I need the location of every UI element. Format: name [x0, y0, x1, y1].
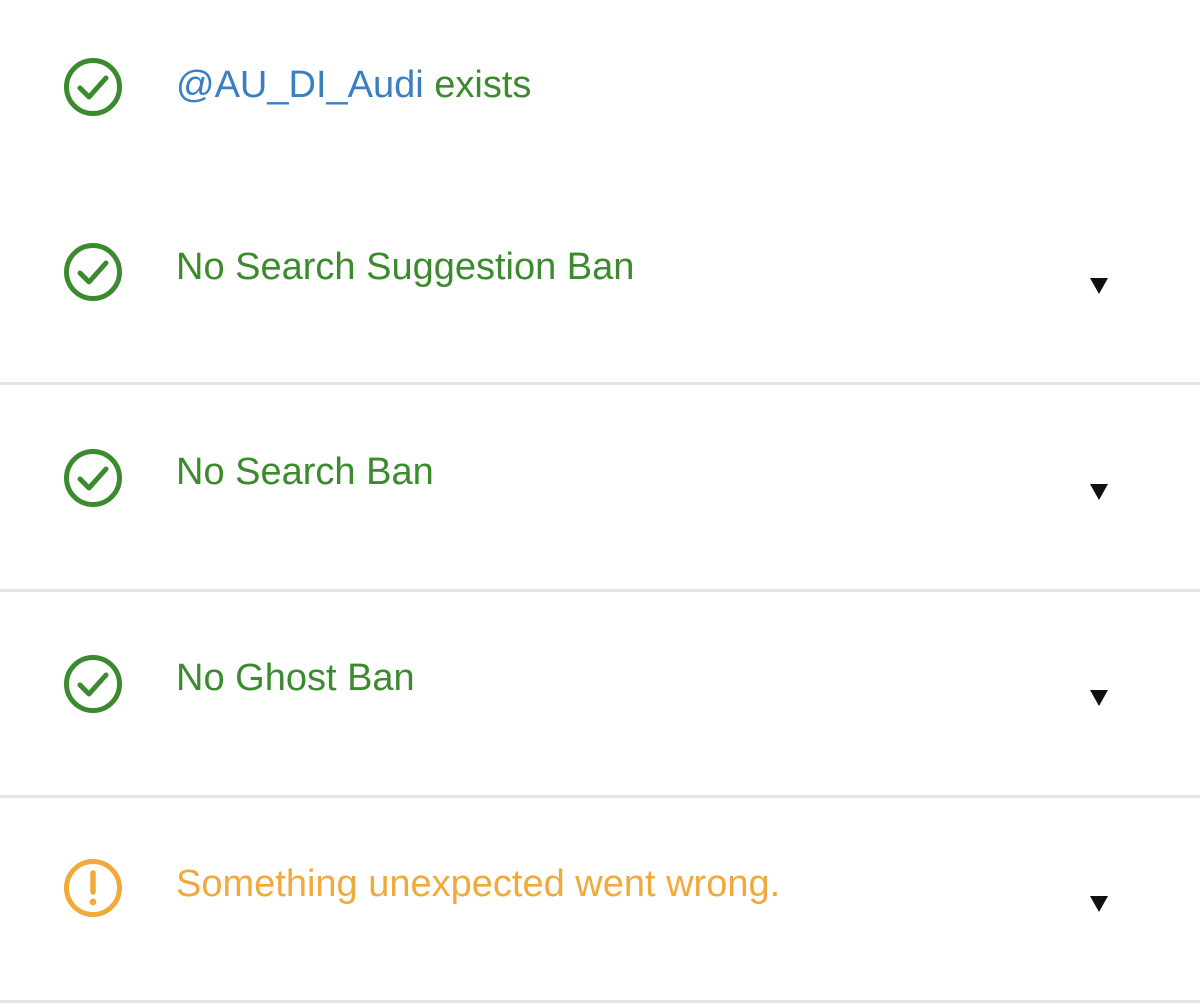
account-exists-row: @AU_DI_Audi exists	[0, 0, 1200, 180]
check-circle-icon	[63, 57, 123, 117]
check-circle-icon	[63, 242, 123, 302]
check-row-search-suggestion-ban[interactable]: No Search Suggestion Ban	[0, 180, 1200, 385]
check-label-search-suggestion-ban: No Search Suggestion Ban	[176, 246, 635, 288]
account-status-text: @AU_DI_Audi exists	[176, 62, 531, 108]
shadowban-results-panel: @AU_DI_Audi exists No Search Suggestion …	[0, 0, 1200, 1003]
chevron-down-icon[interactable]	[1088, 894, 1110, 914]
warning-circle-icon	[63, 858, 123, 918]
check-circle-icon	[63, 654, 123, 714]
account-handle-link[interactable]: @AU_DI_Audi	[176, 64, 424, 106]
chevron-down-icon[interactable]	[1088, 688, 1110, 708]
check-label-ghost-ban: No Ghost Ban	[176, 657, 415, 699]
check-row-ghost-ban[interactable]: No Ghost Ban	[0, 592, 1200, 798]
check-circle-icon	[63, 448, 123, 508]
chevron-down-icon[interactable]	[1088, 276, 1110, 296]
check-label-search-ban: No Search Ban	[176, 451, 434, 493]
check-label-error: Something unexpected went wrong.	[176, 863, 781, 905]
check-row-search-ban[interactable]: No Search Ban	[0, 385, 1200, 592]
check-row-reply-deboosting[interactable]: Something unexpected went wrong.	[0, 798, 1200, 1003]
account-exists-text: exists	[423, 64, 532, 106]
chevron-down-icon[interactable]	[1088, 482, 1110, 502]
